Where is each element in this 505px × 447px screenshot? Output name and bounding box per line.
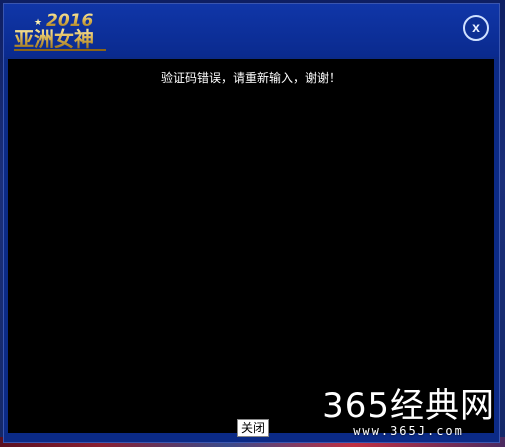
- asian-goddess-logo: ★ 2016 亚洲女神: [14, 11, 106, 51]
- watermark-url: www.365J.com: [353, 424, 464, 438]
- close-button[interactable]: 关闭: [237, 419, 270, 437]
- verification-dialog: ★ 2016 亚洲女神 x 验证码错误，请重新输入，谢谢！ 关闭: [3, 3, 500, 443]
- dialog-header: ★ 2016 亚洲女神 x: [4, 4, 499, 57]
- dialog-content: 验证码错误，请重新输入，谢谢！ 关闭: [8, 59, 494, 437]
- site-watermark: 365经典网 www.365J.com: [322, 388, 495, 438]
- close-icon[interactable]: x: [463, 15, 489, 41]
- error-message: 验证码错误，请重新输入，谢谢！: [160, 71, 341, 85]
- logo-title: 亚洲女神: [14, 27, 94, 51]
- watermark-title: 365经典网: [322, 386, 495, 426]
- logo-underline: [14, 49, 106, 51]
